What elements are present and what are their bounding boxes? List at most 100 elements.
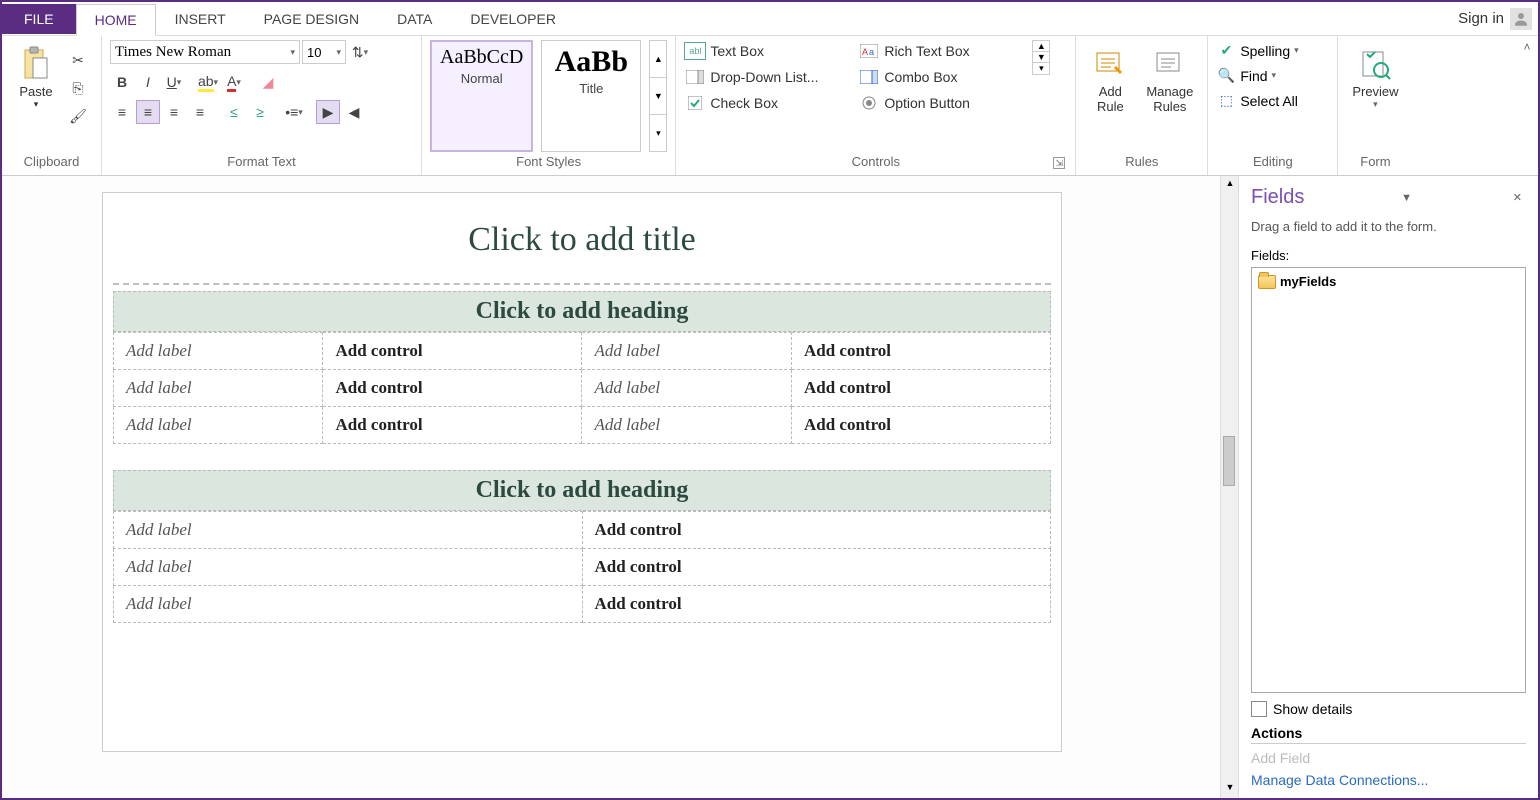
- show-details-label: Show details: [1273, 701, 1352, 717]
- control-dropdown-list[interactable]: Drop-Down List...: [684, 66, 854, 88]
- control-text-box[interactable]: ablText Box: [684, 40, 854, 62]
- decrease-indent-button[interactable]: ≤: [222, 100, 246, 124]
- chevron-down-icon: ▾: [214, 77, 219, 88]
- control-cell[interactable]: Add control: [323, 370, 582, 407]
- control-check-box[interactable]: Check Box: [684, 92, 854, 114]
- show-details-checkbox[interactable]: Show details: [1251, 701, 1526, 717]
- preview-label: Preview: [1352, 84, 1398, 99]
- control-cell[interactable]: Add control: [791, 333, 1050, 370]
- add-rule-button[interactable]: Add Rule: [1084, 40, 1136, 118]
- align-left-button[interactable]: ≡: [110, 100, 134, 124]
- label-cell[interactable]: Add label: [114, 370, 323, 407]
- section-heading-1[interactable]: Click to add heading: [113, 291, 1051, 332]
- label-cell[interactable]: Add label: [582, 370, 791, 407]
- menu-bar: FILE HOME INSERT PAGE DESIGN DATA DEVELO…: [2, 2, 1538, 36]
- chevron-down-icon: ▾: [336, 47, 341, 58]
- control-rich-text-box[interactable]: AaRich Text Box: [858, 40, 1028, 62]
- scroll-thumb[interactable]: [1223, 436, 1235, 486]
- bullets-icon: •≡: [285, 104, 298, 120]
- label-cell[interactable]: Add label: [114, 549, 583, 586]
- bullet-list-button[interactable]: •≡▾: [282, 100, 306, 124]
- increase-indent-button[interactable]: ≥: [248, 100, 272, 124]
- controls-down-button[interactable]: ▼: [1033, 52, 1049, 63]
- folder-icon: [1258, 275, 1276, 289]
- align-center-button[interactable]: ≡: [136, 100, 160, 124]
- pane-dropdown-button[interactable]: ▼: [1397, 192, 1416, 204]
- tab-page-design[interactable]: PAGE DESIGN: [245, 3, 378, 35]
- style-title-preview: AaBb: [550, 45, 632, 79]
- label-cell[interactable]: Add label: [582, 333, 791, 370]
- bold-button[interactable]: B: [110, 70, 134, 94]
- manage-rules-button[interactable]: Manage Rules: [1140, 40, 1199, 118]
- style-down-button[interactable]: ▼: [650, 78, 666, 115]
- vertical-scrollbar[interactable]: ▲ ▼: [1220, 176, 1238, 798]
- align-center-icon: ≡: [144, 104, 152, 120]
- tab-file[interactable]: FILE: [2, 4, 76, 34]
- font-family-select[interactable]: Times New Roman ▾: [110, 40, 300, 64]
- spelling-button[interactable]: ✔Spelling ▾: [1216, 40, 1298, 61]
- tab-developer[interactable]: DEVELOPER: [451, 3, 575, 35]
- controls-launcher[interactable]: ⇲: [1053, 157, 1065, 169]
- select-all-button[interactable]: ⬚Select All: [1216, 90, 1298, 111]
- label-cell[interactable]: Add label: [114, 407, 323, 444]
- controls-more-button[interactable]: ▾: [1033, 63, 1049, 74]
- justify-icon: ≡: [196, 104, 204, 120]
- scroll-down-button[interactable]: ▼: [1223, 782, 1237, 796]
- ribbon-group-form: Preview ▾ Form: [1338, 36, 1412, 175]
- justify-button[interactable]: ≡: [188, 100, 212, 124]
- pane-close-button[interactable]: ✕: [1509, 191, 1526, 204]
- ribbon-group-editing: ✔Spelling ▾ 🔍Find ▾ ⬚Select All Editing: [1208, 36, 1338, 175]
- manage-data-connections-link[interactable]: Manage Data Connections...: [1251, 772, 1526, 788]
- control-cell[interactable]: Add control: [791, 370, 1050, 407]
- control-combo-box[interactable]: Combo Box: [858, 66, 1028, 88]
- label-cell[interactable]: Add label: [114, 512, 583, 549]
- section-heading-2[interactable]: Click to add heading: [113, 470, 1051, 511]
- font-color-button[interactable]: A▾: [222, 70, 246, 94]
- control-option-button[interactable]: Option Button: [858, 92, 1028, 114]
- control-cell[interactable]: Add control: [323, 407, 582, 444]
- style-more-button[interactable]: ▾: [650, 115, 666, 151]
- italic-button[interactable]: I: [136, 70, 160, 94]
- control-cell[interactable]: Add control: [582, 549, 1051, 586]
- control-cell[interactable]: Add control: [582, 586, 1051, 623]
- ltr-button[interactable]: ▶: [316, 100, 340, 124]
- cut-button[interactable]: ✂: [66, 48, 90, 72]
- label-cell[interactable]: Add label: [114, 333, 323, 370]
- collapse-ribbon-button[interactable]: ˄: [1516, 36, 1538, 58]
- form-canvas[interactable]: Click to add title Click to add heading …: [102, 192, 1062, 752]
- control-cell[interactable]: Add control: [791, 407, 1050, 444]
- align-right-button[interactable]: ≡: [162, 100, 186, 124]
- style-title[interactable]: AaBb Title: [541, 40, 641, 152]
- preview-button[interactable]: Preview ▾: [1346, 40, 1404, 114]
- table-row: Add label Add control: [114, 586, 1051, 623]
- highlight-button[interactable]: ab▾: [196, 70, 220, 94]
- controls-up-button[interactable]: ▲: [1033, 41, 1049, 52]
- style-normal-preview: AaBbCcD: [440, 46, 523, 69]
- clear-formatting-button[interactable]: ◢: [256, 70, 280, 94]
- paste-button[interactable]: Paste ▾: [10, 40, 62, 114]
- label-cell[interactable]: Add label: [582, 407, 791, 444]
- style-normal[interactable]: AaBbCcD Normal: [430, 40, 533, 152]
- tab-home[interactable]: HOME: [76, 4, 156, 36]
- control-cell[interactable]: Add control: [582, 512, 1051, 549]
- rules-group-label: Rules: [1084, 152, 1199, 173]
- format-painter-button[interactable]: 🖌: [66, 104, 90, 128]
- style-up-button[interactable]: ▲: [650, 41, 666, 78]
- control-cell[interactable]: Add control: [323, 333, 582, 370]
- label-cell[interactable]: Add label: [114, 586, 583, 623]
- tab-data[interactable]: DATA: [378, 3, 451, 35]
- find-button[interactable]: 🔍Find ▾: [1216, 65, 1276, 86]
- scroll-up-button[interactable]: ▲: [1223, 178, 1237, 192]
- copy-button[interactable]: ⎘: [66, 76, 90, 100]
- tab-insert[interactable]: INSERT: [156, 3, 245, 35]
- line-spacing-button[interactable]: ⇅▾: [348, 40, 372, 64]
- copy-icon: ⎘: [72, 80, 83, 97]
- rtl-button[interactable]: ◀: [342, 100, 366, 124]
- font-size-select[interactable]: 10 ▾: [302, 40, 346, 64]
- sign-in-link[interactable]: Sign in: [1452, 8, 1538, 30]
- form-title-placeholder[interactable]: Click to add title: [103, 193, 1061, 283]
- checkbox-icon: [1251, 701, 1267, 717]
- tree-root-item[interactable]: myFields: [1258, 274, 1519, 289]
- fields-tree[interactable]: myFields: [1251, 267, 1526, 693]
- underline-button[interactable]: U▾: [162, 70, 186, 94]
